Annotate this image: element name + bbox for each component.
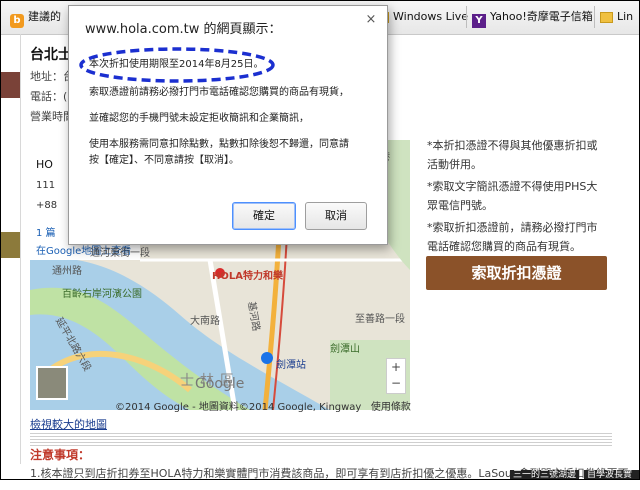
zoom-in-button[interactable]: +: [387, 359, 405, 375]
close-icon[interactable]: ×: [363, 12, 379, 28]
dialog-message-line: 索取憑證前請務必撥打門市電話確認您購買的商品有現貨，: [89, 87, 349, 98]
info-line: +88: [36, 200, 58, 211]
store-title: 台北士: [30, 47, 72, 63]
zoom-out-button[interactable]: −: [387, 375, 405, 391]
map-pin-label[interactable]: HOLA特力和樂: [212, 267, 283, 282]
map-label: 百齡右岸河濱公園: [62, 289, 142, 300]
note-line: 電話確認您購買的商品有現貨。: [427, 240, 581, 253]
yahoo-icon: Y: [472, 14, 486, 28]
sidebar-thumb: [0, 72, 20, 98]
cancel-button[interactable]: 取消: [305, 202, 367, 230]
sidebar-divider: [20, 34, 21, 464]
alert-dialog: www.hola.com.tw 的網頁顯示： × 本次折扣使用期限至2014年8…: [68, 5, 388, 245]
dialog-message-line: 並確認您的手機門號未設定拒收簡訊和企業簡訊，: [89, 113, 309, 124]
bookmark-lin[interactable]: Lin: [600, 9, 633, 25]
note-line: 眾電信門號。: [427, 199, 493, 212]
dialog-title: www.hola.com.tw 的網頁顯示：: [85, 22, 282, 37]
note-line: *索取文字簡訊憑證不得使用PHS大: [427, 180, 598, 193]
bookmark-windows-live[interactable]: Windows Live: [376, 9, 468, 25]
terms-link[interactable]: 使用條款: [371, 402, 411, 413]
zoom-control: + −: [386, 358, 406, 394]
folder-icon: [600, 12, 613, 23]
google-logo: Google: [195, 376, 245, 392]
dialog-message-line: 按【確定】、不同意請按【取消】。: [89, 155, 239, 166]
confirm-button[interactable]: 確定: [232, 202, 296, 230]
map-label: 劍潭站: [276, 360, 306, 371]
claim-coupon-button[interactable]: 索取折扣憑證: [426, 256, 607, 290]
dotted-divider: [30, 432, 612, 446]
corner-tag: 自學波長實驗: [584, 470, 640, 490]
note-line: 活動併用。: [427, 158, 482, 171]
bookmark-b-icon: b: [10, 14, 24, 28]
info-link[interactable]: 1 篇: [36, 224, 56, 239]
map-label: 通州路: [52, 266, 82, 277]
map-label: 劍潭山: [330, 344, 360, 355]
sidebar-thumb: [0, 232, 20, 258]
satellite-thumbnail[interactable]: [36, 366, 68, 400]
bookmark-suggested[interactable]: b 建議的: [10, 9, 61, 28]
note-line: *本折扣憑證不得與其他優惠折扣或: [427, 139, 598, 152]
corner-tag: 三一的三號湖邊: [510, 470, 580, 480]
info-line: 111: [36, 180, 56, 191]
dialog-message-line: 使用本服務需同意扣除點數，點數扣除後恕不歸還，同意請: [89, 139, 349, 150]
dialog-message-line: 本次折扣使用期限至2014年8月25日。: [89, 59, 264, 70]
map-label: 至善路一段: [355, 314, 405, 325]
map-label: 通河東街一段: [90, 248, 150, 259]
info-name: HO: [36, 158, 53, 171]
view-larger-map-link[interactable]: 檢視較大的地圖: [30, 416, 107, 432]
notice-title: 注意事項：: [30, 448, 91, 462]
note-line: *索取折扣憑證前，請務必撥打門市: [427, 221, 598, 234]
map-label: 大南路: [190, 316, 220, 327]
map-copyright: ©2014 Google - 地圖資料©2014 Google, Kingway…: [115, 402, 411, 413]
bookmark-yahoo-mail[interactable]: Y Yahoo!奇摩電子信箱: [472, 9, 593, 28]
